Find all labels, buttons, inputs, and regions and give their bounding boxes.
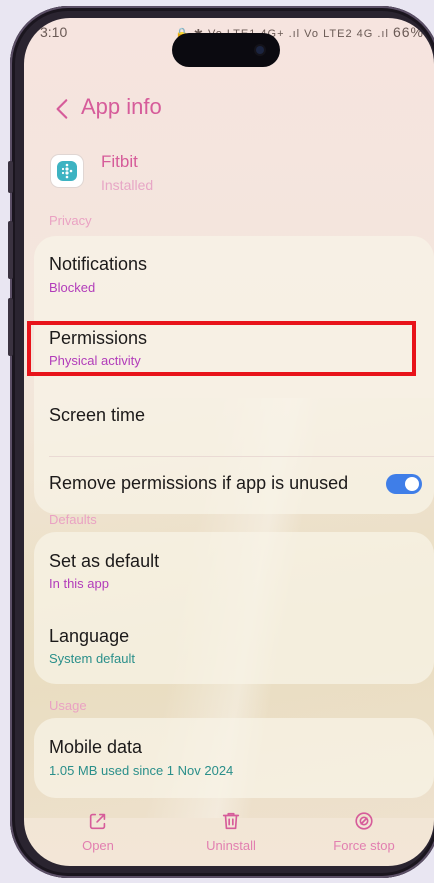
chevron-left-icon[interactable] <box>50 96 76 122</box>
mobile-data-value: 1.05 MB used since 1 Nov 2024 <box>49 763 234 778</box>
mobile-data-label: Mobile data <box>49 737 143 757</box>
open-button[interactable]: Open <box>48 810 148 853</box>
section-defaults: Defaults <box>49 512 97 527</box>
usage-card: Mobile data 1.05 MB used since 1 Nov 202… <box>34 718 434 798</box>
fitbit-dots-icon <box>61 163 73 179</box>
force-stop-button[interactable]: Force stop <box>314 810 414 853</box>
screen-time-item[interactable]: Screen time <box>34 396 434 454</box>
set-as-default-label: Set as default <box>49 551 160 571</box>
app-name: Fitbit <box>101 152 138 171</box>
volume-up-button <box>8 161 13 193</box>
app-status: Installed <box>101 177 154 193</box>
remove-permissions-label: Remove permissions if app is unused <box>49 473 349 493</box>
notifications-label: Notifications <box>49 254 148 274</box>
trash-icon <box>222 812 240 830</box>
section-privacy: Privacy <box>49 213 92 228</box>
set-as-default-value: In this app <box>49 576 109 591</box>
section-usage: Usage <box>49 698 87 713</box>
volume-down-button <box>8 221 13 279</box>
fitbit-app-icon <box>51 155 83 187</box>
notifications-value: Blocked <box>49 280 96 295</box>
remove-permissions-toggle[interactable] <box>386 474 422 494</box>
open-external-icon <box>89 813 106 830</box>
bottom-action-bar: Open Uninstall Force stop <box>24 810 434 866</box>
screen: 3:10 🔒 ✱ Vo LTE1 4G+ .ıl Vo LTE2 4G .ıl … <box>24 18 434 866</box>
app-summary: Fitbit Installed <box>24 146 434 206</box>
open-label: Open <box>82 838 114 853</box>
dynamic-island <box>172 33 280 67</box>
side-button <box>8 298 13 356</box>
camera-icon <box>256 46 264 54</box>
highlight-box <box>27 321 416 376</box>
force-stop-label: Force stop <box>333 838 395 853</box>
defaults-card: Set as default In this app Language Syst… <box>34 532 434 684</box>
language-label: Language <box>49 626 130 646</box>
language-item[interactable]: Language System default <box>34 608 434 684</box>
battery-level: 66% <box>392 24 424 40</box>
mobile-data-item[interactable]: Mobile data 1.05 MB used since 1 Nov 202… <box>34 718 434 798</box>
app-info-header: App info <box>24 90 434 130</box>
notifications-item[interactable]: Notifications Blocked <box>34 236 434 312</box>
stop-circle-icon <box>355 812 373 830</box>
status-time: 3:10 <box>40 24 68 40</box>
remove-permissions-item[interactable]: Remove permissions if app is unused <box>34 457 434 514</box>
uninstall-label: Uninstall <box>206 838 256 853</box>
uninstall-button[interactable]: Uninstall <box>181 810 281 853</box>
page-title: App info <box>81 94 162 119</box>
screen-time-label: Screen time <box>49 405 146 425</box>
language-value: System default <box>49 651 135 666</box>
set-as-default-item[interactable]: Set as default In this app <box>34 532 434 608</box>
